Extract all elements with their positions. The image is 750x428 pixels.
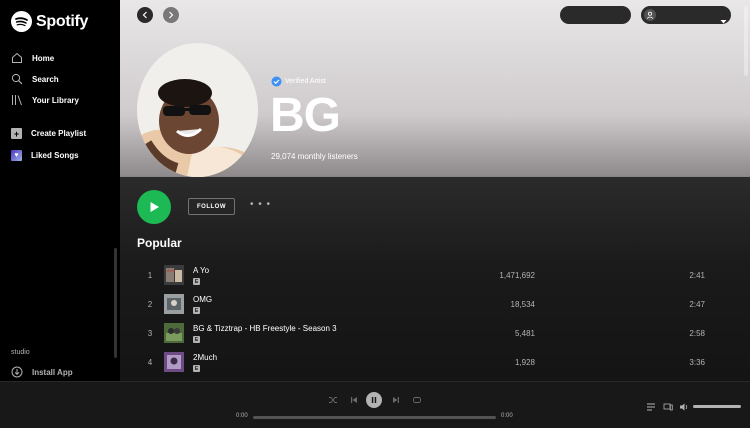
svg-text:AYO: AYO	[167, 268, 175, 273]
track-cover	[164, 323, 184, 343]
chevron-right-icon	[169, 11, 174, 19]
sidebar-item-label: Create Playlist	[31, 129, 87, 138]
sidebar-item-label: Liked Songs	[31, 151, 79, 160]
sidebar-item-search[interactable]: Search	[11, 73, 59, 85]
devices-button[interactable]	[663, 402, 673, 412]
track-title[interactable]: 2Much	[193, 353, 217, 362]
explicit-badge: E	[193, 336, 200, 343]
artist-avatar	[137, 43, 258, 177]
sidebar-item-label: Search	[32, 74, 59, 84]
sidebar-scrollbar[interactable]	[114, 248, 117, 358]
verified-label: Verified Artist	[285, 78, 326, 85]
track-title[interactable]: BG & Tizztrap - HB Freestyle - Season 3	[193, 324, 337, 333]
spotify-logo-icon	[11, 11, 32, 32]
queue-icon	[647, 403, 655, 411]
library-icon	[11, 94, 23, 106]
track-cover: AYO	[164, 265, 184, 285]
user-avatar-icon	[644, 9, 656, 21]
track-duration: 2:47	[689, 300, 705, 309]
play-icon	[150, 202, 159, 212]
explicit-badge: E	[193, 278, 200, 285]
play-button[interactable]	[137, 190, 171, 224]
player-bar: 0:00 0:00	[0, 381, 750, 428]
artist-page: Verified Artist BG 29,074 monthly listen…	[120, 0, 750, 381]
volume-icon	[680, 403, 688, 411]
devices-icon	[663, 403, 673, 411]
repeat-button[interactable]	[412, 395, 422, 405]
popular-heading: Popular	[137, 236, 182, 250]
sidebar-item-label: Your Library	[32, 95, 79, 105]
elapsed-time: 0:00	[236, 413, 248, 419]
track-duration: 2:58	[689, 329, 705, 338]
chevron-down-icon	[720, 12, 727, 30]
track-row[interactable]: 2 OMG E 18,534 2:47	[137, 292, 737, 318]
install-app-button[interactable]: Install App	[11, 366, 73, 378]
home-icon	[11, 52, 23, 64]
shuffle-button[interactable]	[328, 395, 338, 405]
spotify-logo[interactable]: Spotify	[11, 11, 88, 32]
studio-label: studio	[11, 349, 30, 356]
follow-button[interactable]: FOLLOW	[188, 198, 235, 215]
track-plays: 5,481	[514, 329, 535, 338]
sidebar-item-home[interactable]: Home	[11, 52, 54, 64]
pause-icon	[371, 397, 377, 403]
chevron-left-icon	[142, 11, 147, 19]
spotify-wordmark: Spotify	[36, 12, 89, 30]
explicit-badge: E	[193, 307, 200, 314]
track-plays: 1,928	[514, 358, 535, 367]
queue-button[interactable]	[646, 402, 656, 412]
track-row[interactable]: 4 2Much E 1,928 3:36	[137, 350, 737, 376]
track-row[interactable]: 3 BG & Tizztrap - HB Freestyle - Season …	[137, 321, 737, 347]
track-number: 3	[147, 329, 153, 338]
track-title[interactable]: A Yo	[193, 266, 209, 275]
track-title[interactable]: OMG	[193, 295, 212, 304]
install-app-label: Install App	[32, 367, 73, 377]
shuffle-icon	[329, 397, 337, 403]
artist-name: BG	[270, 89, 341, 142]
track-cover	[164, 294, 184, 314]
plus-icon: +	[11, 128, 22, 139]
search-icon	[11, 73, 23, 85]
skip-forward-icon	[393, 397, 399, 403]
repeat-icon	[413, 397, 421, 403]
verified-check-icon	[271, 76, 282, 87]
progress-bar[interactable]	[253, 416, 496, 419]
user-menu[interactable]	[641, 6, 731, 24]
track-row[interactable]: 1 AYO A Yo E 1,471,692 2:41	[137, 263, 737, 289]
next-button[interactable]	[391, 395, 401, 405]
verified-badge: Verified Artist	[271, 76, 326, 87]
track-number: 1	[147, 271, 153, 280]
skip-back-icon	[351, 397, 357, 403]
forward-button[interactable]	[163, 7, 179, 23]
main-scrollbar[interactable]	[744, 6, 748, 76]
pause-button[interactable]	[366, 392, 382, 408]
more-options-button[interactable]: • • •	[250, 199, 271, 210]
volume-slider[interactable]	[693, 405, 741, 408]
create-playlist-button[interactable]: + Create Playlist	[11, 128, 86, 139]
previous-button[interactable]	[349, 395, 359, 405]
monthly-listeners: 29,074 monthly listeners	[271, 152, 358, 161]
sidebar-item-label: Home	[32, 53, 55, 63]
track-duration: 2:41	[689, 271, 705, 280]
sidebar-item-library[interactable]: Your Library	[11, 94, 79, 106]
total-time: 0:00	[501, 413, 513, 419]
track-cover	[164, 352, 184, 372]
track-duration: 3:36	[689, 358, 705, 367]
track-number: 4	[147, 358, 153, 367]
track-plays: 1,471,692	[499, 271, 535, 280]
volume-button[interactable]	[679, 402, 689, 412]
track-plays: 18,534	[510, 300, 535, 309]
heart-icon: ♥	[11, 150, 22, 161]
upgrade-button[interactable]	[560, 6, 631, 24]
sidebar: Spotify Home Search Your Library + Creat…	[0, 0, 120, 381]
explicit-badge: E	[193, 365, 200, 372]
liked-songs-button[interactable]: ♥ Liked Songs	[11, 150, 79, 161]
download-icon	[11, 366, 23, 378]
back-button[interactable]	[137, 7, 153, 23]
track-number: 2	[147, 300, 153, 309]
